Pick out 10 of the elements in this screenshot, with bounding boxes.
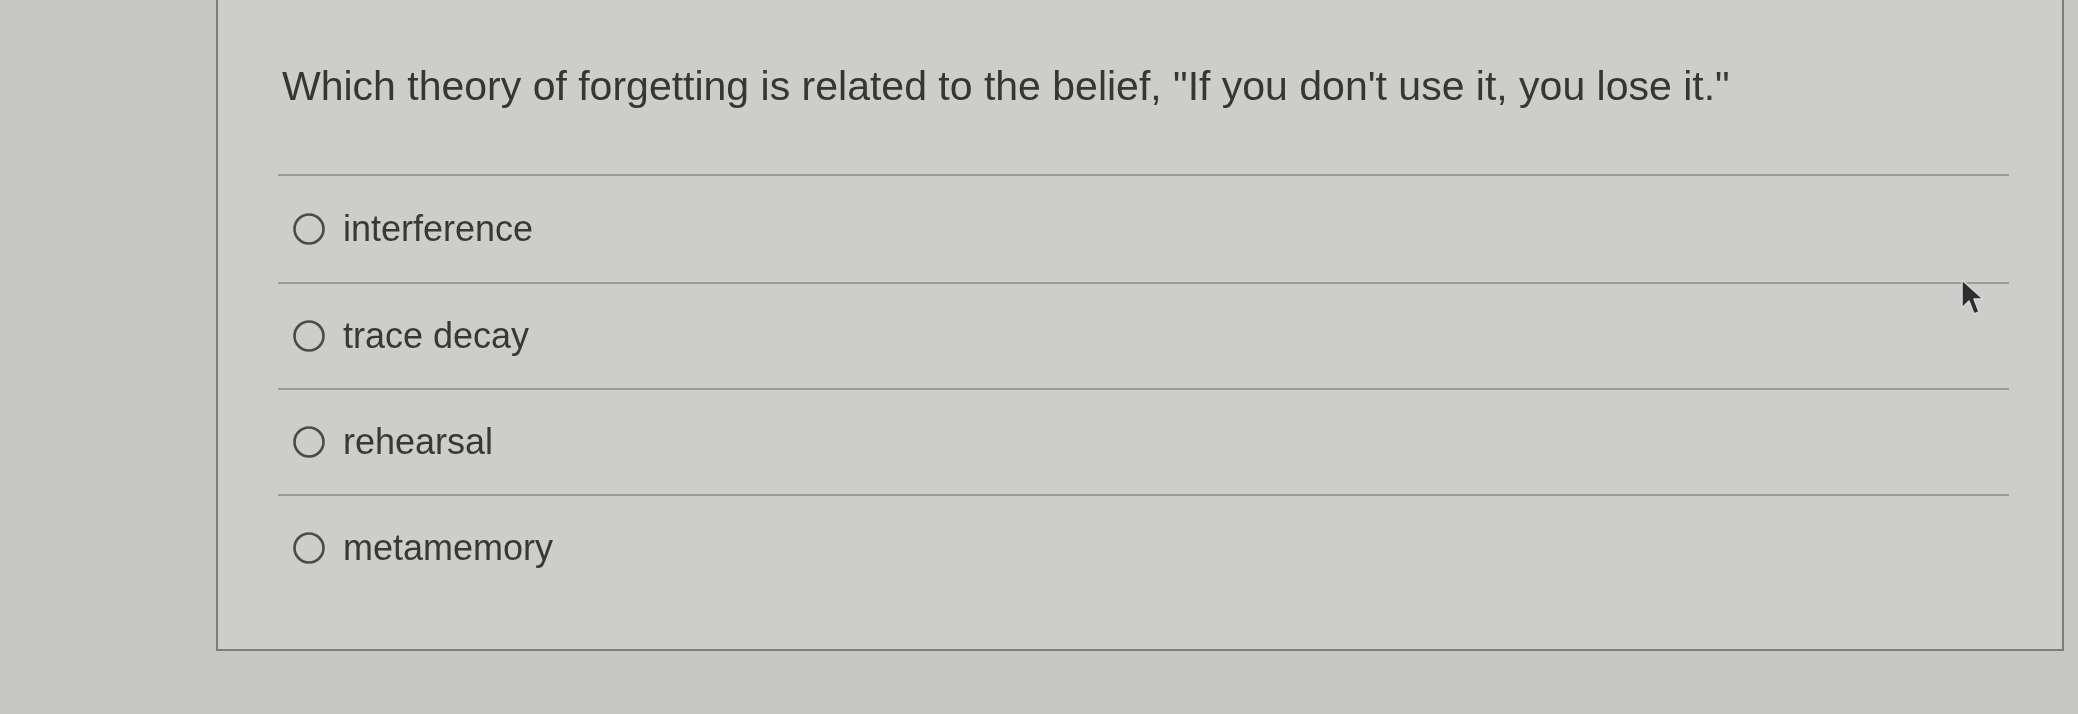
option-label[interactable]: trace decay	[343, 314, 530, 358]
mouse-pointer-icon	[1960, 278, 1984, 318]
radio-button[interactable]	[293, 532, 325, 564]
option-label[interactable]: rehearsal	[343, 420, 494, 464]
radio-button[interactable]	[293, 426, 325, 458]
radio-button[interactable]	[293, 320, 325, 352]
option-label[interactable]: interference	[343, 207, 534, 251]
radio-button[interactable]	[293, 213, 325, 245]
option-label[interactable]: metamemory	[343, 526, 554, 570]
question-text: Which theory of forgetting is related to the belief, "If you don't use it, you lose it."	[282, 62, 1730, 110]
